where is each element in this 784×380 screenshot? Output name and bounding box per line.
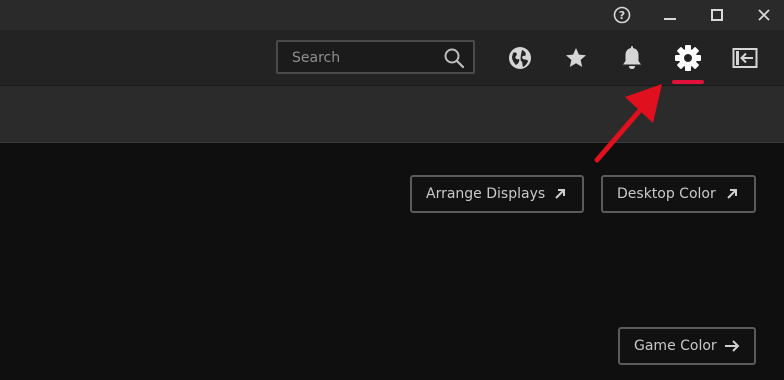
- game-color-label: Game Color: [634, 338, 717, 354]
- game-color-button[interactable]: Game Color: [618, 327, 756, 365]
- top-toolbar: Search: [0, 30, 784, 86]
- search-input[interactable]: Search: [276, 40, 475, 74]
- search-placeholder: Search: [292, 50, 341, 66]
- title-bar: ?: [0, 0, 784, 30]
- arrange-displays-button[interactable]: Arrange Displays: [410, 175, 584, 213]
- desktop-color-button[interactable]: Desktop Color: [601, 175, 756, 213]
- minimize-button[interactable]: [650, 0, 690, 30]
- close-button[interactable]: [744, 0, 784, 30]
- sub-header-bar: [0, 86, 784, 143]
- help-icon[interactable]: ?: [602, 0, 642, 30]
- search-icon[interactable]: [443, 47, 465, 73]
- arrow-right-icon: [724, 338, 740, 354]
- maximize-button[interactable]: [697, 0, 737, 30]
- active-tab-indicator: [672, 80, 704, 84]
- external-link-icon: [724, 186, 740, 202]
- globe-icon[interactable]: [505, 43, 535, 73]
- svg-text:?: ?: [619, 9, 625, 22]
- star-icon[interactable]: [561, 43, 591, 73]
- bell-icon[interactable]: [617, 43, 647, 73]
- desktop-color-label: Desktop Color: [617, 186, 716, 202]
- sidebar-collapse-icon[interactable]: [730, 43, 760, 73]
- external-link-icon: [552, 186, 568, 202]
- gear-icon[interactable]: [673, 43, 703, 73]
- arrange-displays-label: Arrange Displays: [426, 186, 546, 202]
